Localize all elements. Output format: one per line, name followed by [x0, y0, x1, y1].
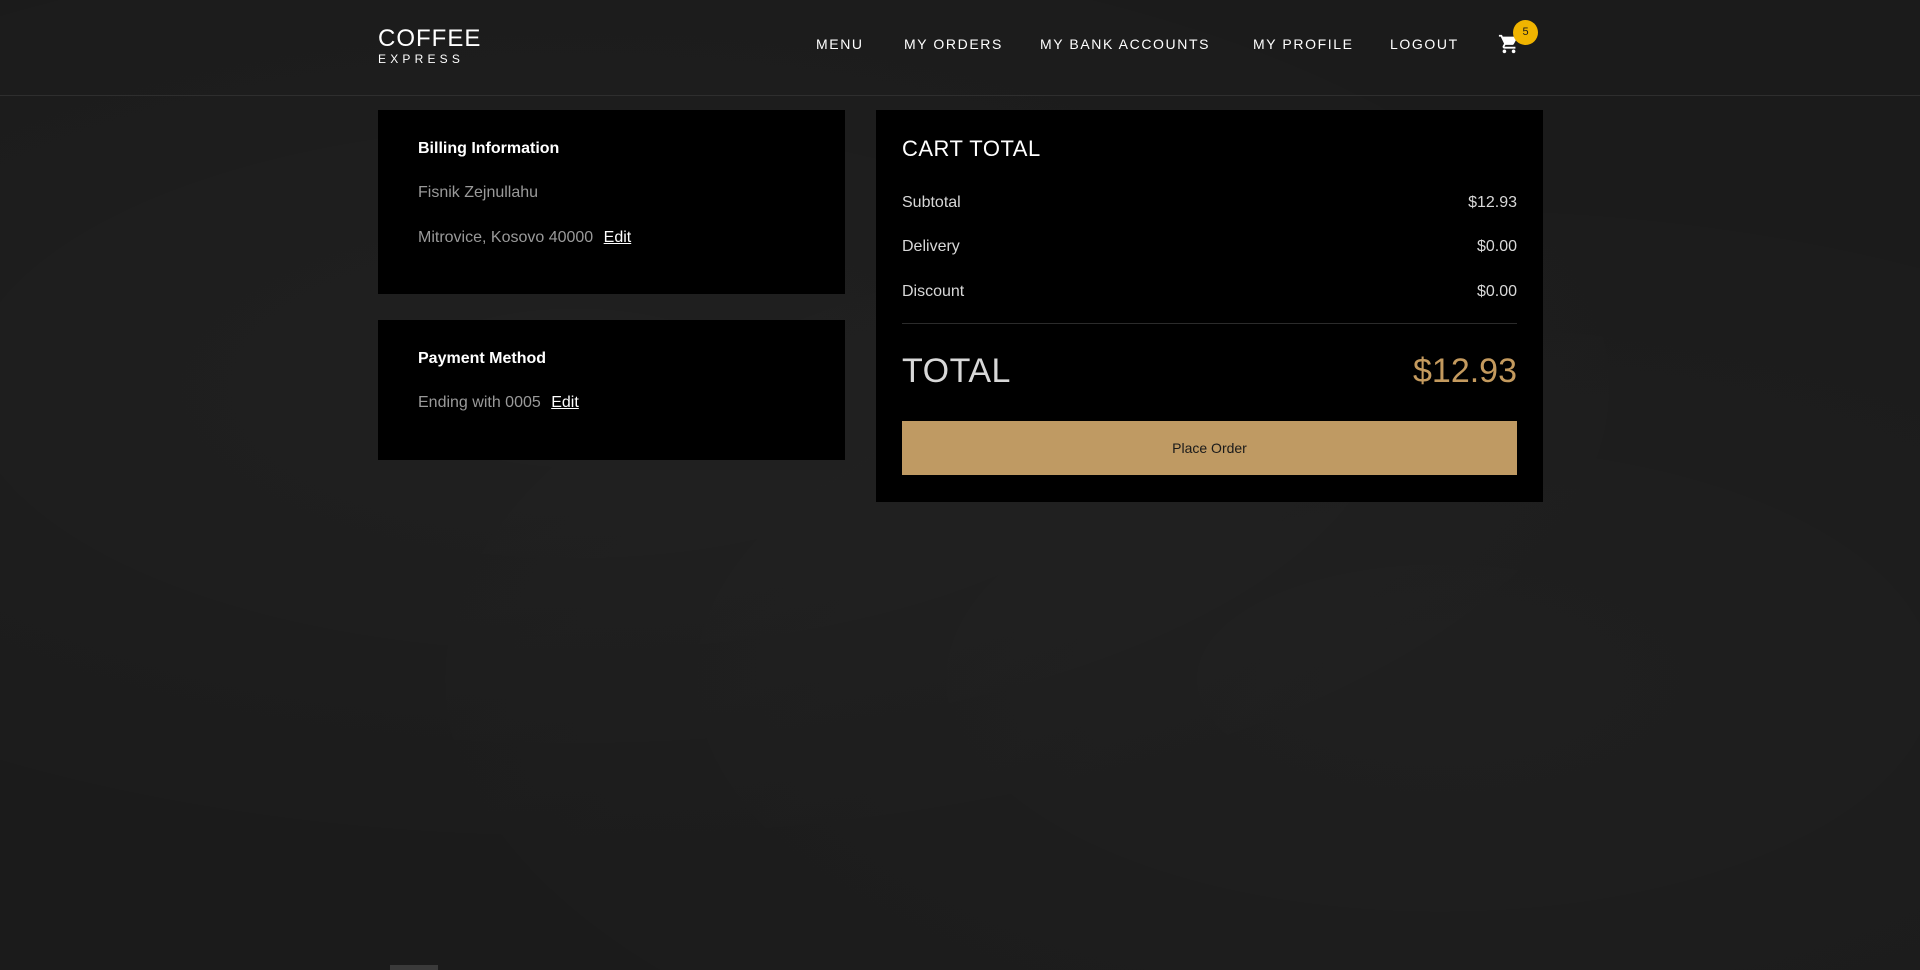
nav-my-profile[interactable]: MY PROFILE	[1253, 36, 1354, 52]
subtotal-label: Subtotal	[902, 194, 961, 211]
top-navbar: COFFEE EXPRESS MENU MY ORDERS MY BANK AC…	[0, 0, 1920, 96]
place-order-button[interactable]: Place Order	[902, 421, 1517, 475]
scrollbar-thumb[interactable]	[390, 965, 438, 970]
logo[interactable]: COFFEE EXPRESS	[378, 25, 482, 66]
billing-title: Billing Information	[418, 140, 560, 157]
nav-menu[interactable]: MENU	[816, 36, 864, 52]
nav-my-orders[interactable]: MY ORDERS	[904, 36, 1003, 52]
billing-edit-link[interactable]: Edit	[604, 229, 632, 246]
total-label: TOTAL	[902, 352, 1011, 390]
billing-name: Fisnik Zejnullahu	[418, 184, 539, 201]
subtotal-value: $12.93	[1468, 194, 1517, 211]
payment-card-row: Ending with 0005 Edit	[418, 394, 579, 412]
billing-address-row: Mitrovice, Kosovo 40000 Edit	[418, 229, 631, 247]
nav-logout[interactable]: LOGOUT	[1390, 36, 1459, 52]
payment-method-panel: Payment Method Ending with 0005 Edit	[378, 320, 845, 460]
discount-value: $0.00	[1476, 283, 1517, 300]
delivery-value: $0.00	[1476, 238, 1517, 255]
payment-card: Ending with 0005	[418, 394, 541, 411]
cart-total-title: CART TOTAL	[902, 136, 1041, 161]
total-value: $12.93	[1413, 352, 1517, 390]
billing-information-panel: Billing Information Fisnik Zejnullahu Mi…	[378, 110, 845, 294]
delivery-label: Delivery	[902, 238, 960, 255]
divider	[902, 323, 1517, 324]
cart-total-panel: CART TOTAL Subtotal $12.93 Delivery $0.0…	[876, 110, 1543, 502]
logo-sub-text: EXPRESS	[378, 52, 465, 66]
cart-count-badge: 5	[1513, 20, 1538, 45]
nav-my-bank-accounts[interactable]: MY BANK ACCOUNTS	[1040, 36, 1210, 52]
payment-edit-link[interactable]: Edit	[551, 394, 579, 411]
logo-main-text: COFFEE	[378, 25, 482, 52]
billing-address: Mitrovice, Kosovo 40000	[418, 229, 594, 246]
discount-label: Discount	[902, 283, 965, 300]
payment-title: Payment Method	[418, 350, 547, 367]
